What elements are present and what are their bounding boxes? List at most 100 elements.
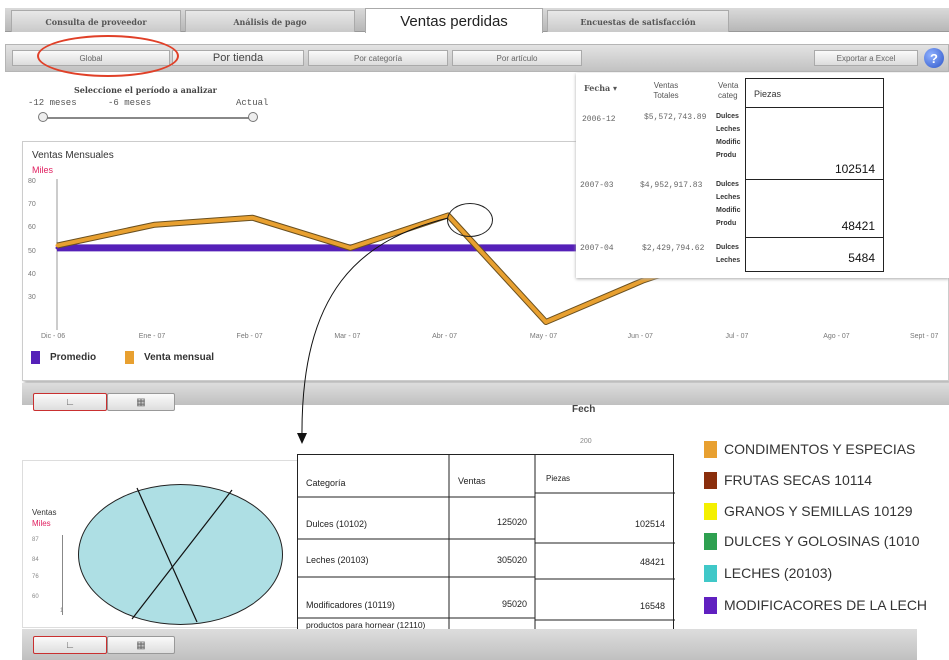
category-table: Categoría Ventas Piezas Dulces (10102) 1… <box>297 454 675 650</box>
header-ventas-totales[interactable]: Ventas Totales <box>646 81 686 101</box>
tab-consulta-proveedor[interactable]: Consulta de proveedor <box>11 10 181 32</box>
legend-item-label: GRANOS Y SEMILLAS 10129 <box>724 503 913 519</box>
y-tick-label: 70 <box>28 201 36 209</box>
row-2-cat-3: Modific <box>716 207 741 214</box>
row-2-cat-2: Leches <box>716 194 741 201</box>
legend-item-condimentos: CONDIMENTOS Y ESPECIAS <box>704 439 915 459</box>
row-3-ventas: $2,429,794.62 <box>642 244 705 253</box>
legend-swatch <box>704 596 717 614</box>
line-chart-icon: ∟ <box>65 396 75 408</box>
chart-title: Ventas Mensuales <box>32 150 114 161</box>
legend-venta-swatch <box>125 351 134 364</box>
legend-item-modificadores: MODIFICACORES DE LA LECH <box>704 595 927 615</box>
legend-venta-label: Venta mensual <box>144 352 215 363</box>
exportar-excel-button[interactable]: Exportar a Excel <box>814 50 918 66</box>
pie-ytick-4: 60 <box>32 594 39 600</box>
row-1-piezas: 102514 <box>634 519 665 529</box>
tab-bar: Consulta de proveedor Análisis de pago V… <box>5 8 949 33</box>
y-tick-label: 50 <box>28 247 36 255</box>
chart-ylabel: Miles <box>32 165 54 175</box>
y-tick-label: 30 <box>28 293 36 301</box>
legend-item-leches: LECHES (20103) <box>704 563 832 583</box>
row-3-ventas: 95020 <box>501 599 527 609</box>
row-2-piezas: 48421 <box>639 557 665 567</box>
row-1-cat-1: Dulces <box>716 113 739 120</box>
row-3-categoria: Modificadores (10119) <box>306 600 395 610</box>
chart-view-button[interactable]: ∟ <box>33 393 107 411</box>
x-tick-label: Jun - 07 <box>627 333 653 340</box>
help-icon[interactable]: ? <box>924 48 944 68</box>
tab-analisis-pago[interactable]: Análisis de pago <box>185 10 355 32</box>
header-venta-categoria[interactable]: Venta categ <box>718 81 748 101</box>
x-tick-label: Ene - 07 <box>138 333 166 340</box>
legend-swatch <box>704 532 717 550</box>
pie-axis-line <box>62 535 63 615</box>
legend-item-label: FRUTAS SECAS 10114 <box>724 472 873 488</box>
row-1-cat-4: Produ <box>716 152 737 159</box>
row-2-cat-1: Dulces <box>716 181 739 188</box>
legend-item-frutas-secas: FRUTAS SECAS 10114 <box>704 470 872 490</box>
x-tick-label: Jul - 07 <box>725 333 749 340</box>
x-tick-label: Dic - 06 <box>41 333 66 340</box>
legend-item-label: LECHES (20103) <box>724 565 833 581</box>
piezas-header: Piezas <box>754 89 782 99</box>
period-title: Seleccione el período a analizar <box>74 85 217 95</box>
y-tick-label: 60 <box>28 224 36 232</box>
pie-miles-label: Miles <box>32 519 51 528</box>
x-tick-label: Ago - 07 <box>823 333 850 340</box>
piezas-divider <box>746 107 883 108</box>
row-3-piezas: 16548 <box>639 601 665 611</box>
callout-circle <box>447 203 493 237</box>
grid-icon: ▦ <box>136 639 146 651</box>
line-chart-icon: ∟ <box>65 639 75 651</box>
por-articulo-button[interactable]: Por artículo <box>452 50 582 66</box>
row-1-cat-2: Leches <box>716 126 741 133</box>
legend-swatch <box>704 471 717 489</box>
tab-encuestas-satisfaccion[interactable]: Encuestas de satisfacción <box>547 10 729 32</box>
piezas-callout-box: Piezas 102514 48421 5484 <box>745 78 884 272</box>
period-label-mid: -6 meses <box>108 98 152 108</box>
piezas-value-1: 102514 <box>834 162 875 176</box>
highlight-ellipse <box>37 35 179 77</box>
period-slider-track[interactable] <box>42 117 256 119</box>
header-fecha[interactable]: Fecha ▾ <box>584 83 617 93</box>
tab-ventas-perdidas[interactable]: Ventas perdidas <box>365 8 543 33</box>
por-tienda-button[interactable]: Por tienda <box>172 50 304 66</box>
y-tick-label: 40 <box>28 270 36 278</box>
x-tick-label: Abr - 07 <box>432 333 458 340</box>
pie-ytick-2: 84 <box>32 557 39 563</box>
period-slider-left-thumb[interactable] <box>38 112 48 122</box>
legend-promedio-swatch <box>31 351 40 364</box>
legend-item-dulces: DULCES Y GOLOSINAS (1010 <box>704 531 920 551</box>
header-piezas: Piezas <box>546 474 571 483</box>
period-label-left: -12 meses <box>28 98 77 108</box>
row-3-fecha: 2007-04 <box>580 244 614 253</box>
x-tick-label: Mar - 07 <box>334 333 361 340</box>
x-tick-label: Feb - 07 <box>236 333 263 340</box>
row-2-categoria: Leches (20103) <box>306 555 369 565</box>
x-tick-label: Sept - 07 <box>910 333 939 340</box>
period-slider-right-thumb[interactable] <box>248 112 258 122</box>
header-categoria: Categoría <box>306 478 346 488</box>
por-categoria-button[interactable]: Por categoría <box>308 50 448 66</box>
piezas-divider <box>746 179 883 180</box>
row-1-cat-3: Modific <box>716 139 741 146</box>
sort-arrow-icon: ▾ <box>613 83 618 93</box>
lower-chart-view-button[interactable]: ∟ <box>33 636 107 654</box>
row-3-cat-1: Dulces <box>716 244 739 251</box>
x-tick-label: May - 07 <box>529 333 558 340</box>
row-1-ventas: 125020 <box>496 517 527 527</box>
row-2-ventas: $4,952,917.83 <box>640 181 703 190</box>
lower-table-view-button[interactable]: ▦ <box>107 636 175 654</box>
grid-icon: ▦ <box>136 396 146 408</box>
row-1-ventas: $5,572,743.89 <box>644 113 707 122</box>
legend-item-label: DULCES Y GOLOSINAS (1010 <box>724 533 920 549</box>
pie-ventas-label: Ventas <box>32 508 57 517</box>
header-ventas: Ventas <box>458 476 486 486</box>
row-1-categoria: Dulces (10102) <box>306 519 368 529</box>
pie-ytick-1: 87 <box>32 537 39 543</box>
table-view-button[interactable]: ▦ <box>107 393 175 411</box>
lower-fecha-label: Fech <box>572 404 596 415</box>
piezas-value-2: 48421 <box>841 219 875 233</box>
row-2-ventas: 305020 <box>496 555 527 565</box>
